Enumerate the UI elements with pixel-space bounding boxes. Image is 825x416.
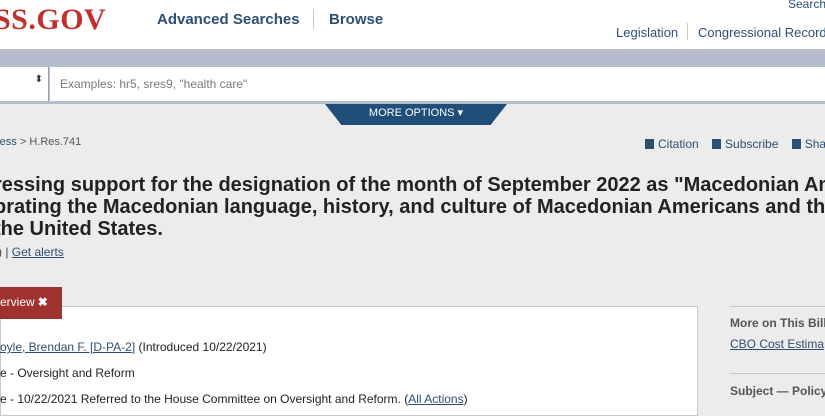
bill-title-line: brating the Macedonian language, history… — [0, 196, 825, 218]
sponsor-introduced: (Introduced 10/22/2021) — [135, 340, 267, 354]
link-divider — [687, 23, 688, 40]
overview-panel: oyle, Brendan F. [D-PA-2] (Introduced 10… — [0, 306, 698, 416]
sidebar-divider — [730, 373, 825, 374]
search-input[interactable] — [50, 67, 825, 101]
subscribe-icon — [712, 139, 722, 149]
get-alerts-link[interactable]: Get alerts — [12, 245, 64, 259]
share-icon — [791, 139, 801, 149]
link-legislation[interactable]: Legislation — [616, 25, 678, 40]
citation-label: Citation — [658, 137, 699, 151]
latest-action-text: e - 10/22/2021 Referred to the House Com… — [0, 392, 409, 406]
nav-divider — [313, 9, 314, 29]
bill-title-line: the United States. — [0, 218, 163, 240]
committee-row: e - Oversight and Reform — [0, 366, 135, 380]
more-options-button[interactable]: MORE OPTIONS ▾ — [325, 104, 507, 125]
select-arrows-icon: ⬍ — [34, 74, 43, 85]
sponsor-link[interactable]: oyle, Brendan F. [D-PA-2] — [0, 340, 135, 354]
bill-title: ressing support for the designation of t… — [0, 174, 825, 240]
all-actions-link[interactable]: All Actions — [408, 392, 463, 406]
overview-tab-label: erview — [0, 295, 35, 309]
more-on-bill-heading: More on This Bill — [730, 316, 825, 330]
nav-browse[interactable]: Browse — [329, 11, 383, 28]
site-logo[interactable]: SS.GOV — [0, 3, 106, 37]
link-congressional-record[interactable]: Congressional Record — [698, 25, 825, 40]
citation-tool[interactable]: Citation — [645, 137, 699, 151]
subject-heading: Subject — Policy — [730, 384, 825, 398]
search-scope-select[interactable]: ⬍ — [0, 67, 49, 101]
subscribe-label: Subscribe — [725, 137, 779, 151]
share-tool[interactable]: Sha — [791, 137, 825, 151]
latest-action-close: ) — [463, 392, 468, 406]
cbo-cost-estimate-link[interactable]: CBO Cost Estima — [730, 337, 824, 351]
site-header: SS.GOV Advanced Searches Browse Search L… — [0, 0, 825, 49]
subscribe-tool[interactable]: Subscribe — [712, 137, 778, 151]
bill-tools: Citation Subscribe Sha — [645, 137, 825, 151]
latest-action-row: e - 10/22/2021 Referred to the House Com… — [0, 392, 468, 406]
citation-icon — [645, 139, 654, 149]
overview-tab[interactable]: erview ✖ — [0, 287, 62, 319]
breadcrumb-current: > H.Res.741 — [16, 136, 82, 148]
sidebar-divider — [730, 306, 825, 307]
bill-subrow: ) | Get alerts — [0, 245, 64, 259]
breadcrumb: ress > H.Res.741 — [0, 136, 81, 148]
sponsor-row: oyle, Brendan F. [D-PA-2] (Introduced 10… — [0, 340, 267, 354]
close-icon[interactable]: ✖ — [38, 295, 48, 309]
breadcrumb-link[interactable]: ress — [0, 136, 17, 148]
subrow-prefix: ) | — [0, 245, 9, 259]
bill-title-line: ressing support for the designation of t… — [0, 174, 825, 196]
share-label: Sha — [804, 137, 825, 151]
top-search-link[interactable]: Search — [788, 0, 825, 11]
nav-advanced-searches[interactable]: Advanced Searches — [157, 11, 300, 28]
